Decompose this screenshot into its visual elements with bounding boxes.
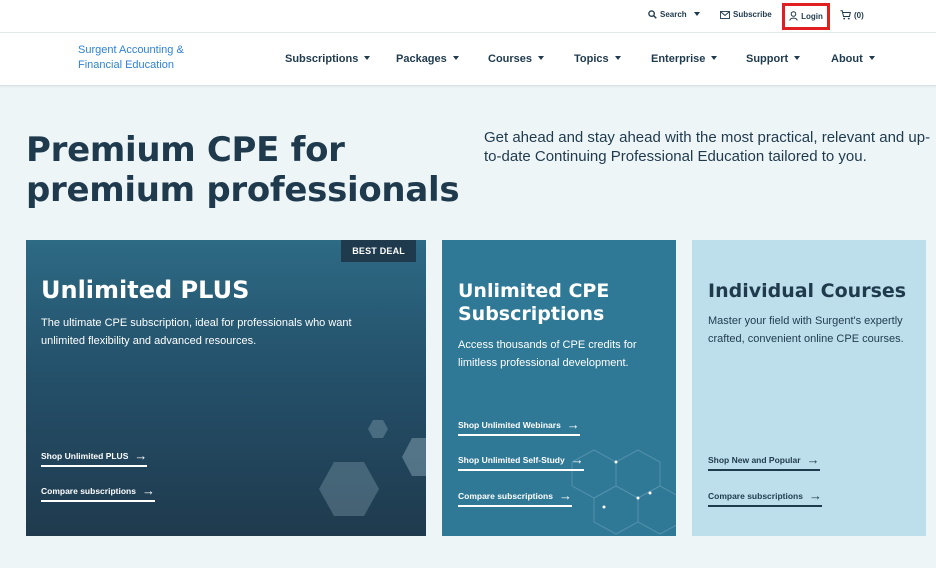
nav-item-topics[interactable]: Topics — [574, 53, 621, 65]
card-individual-courses: Individual Courses Master your field wit… — [692, 240, 926, 536]
chevron-down-icon — [868, 56, 875, 61]
nav-item-label: Subscriptions — [285, 53, 359, 65]
card-description: Access thousands of CPE credits for limi… — [458, 339, 637, 369]
compare-subscriptions-link[interactable]: Compare subscriptions → — [458, 488, 572, 507]
arrow-right-icon: → — [570, 452, 584, 467]
chevron-down-icon — [614, 56, 621, 61]
arrow-right-icon: → — [141, 483, 155, 498]
hero-title-line-1: Premium CPE for — [26, 130, 345, 170]
utility-bar: Search Subscribe Login (0) — [0, 0, 936, 32]
nav-item-subscriptions[interactable]: Subscriptions — [285, 53, 371, 65]
link-label: Compare subscriptions — [708, 491, 803, 501]
brand-line-2: Financial Education — [78, 59, 175, 71]
chevron-down-icon — [794, 56, 801, 61]
chevron-down-icon — [364, 56, 371, 61]
card-title: Unlimited PLUS — [41, 276, 250, 304]
user-icon — [789, 10, 798, 23]
nav-item-courses[interactable]: Courses — [488, 53, 545, 65]
card-description: Master your field with Surgent's expertl… — [708, 315, 904, 345]
shop-unlimited-self-study-link[interactable]: Shop Unlimited Self-Study → — [458, 452, 584, 471]
nav-item-label: Courses — [488, 53, 533, 65]
link-label: Shop Unlimited Self-Study — [458, 455, 565, 465]
nav-item-label: Enterprise — [651, 53, 706, 65]
brand-logo[interactable]: Surgent Accounting & Financial Education — [78, 43, 184, 73]
brand-line-1: Surgent Accounting & — [78, 44, 184, 56]
arrow-right-icon: → — [566, 417, 580, 432]
hero-title-line-2: premium professionals — [26, 170, 460, 210]
nav-item-packages[interactable]: Packages — [396, 53, 459, 65]
compare-subscriptions-link[interactable]: Compare subscriptions → — [41, 483, 155, 502]
cart-icon — [840, 10, 851, 20]
subscribe-label: Subscribe — [733, 10, 772, 19]
chevron-down-icon — [711, 56, 718, 61]
link-label: Shop New and Popular — [708, 455, 801, 465]
nav-item-enterprise[interactable]: Enterprise — [651, 53, 718, 65]
arrow-right-icon: → — [558, 488, 572, 503]
subscribe-button[interactable]: Subscribe — [720, 10, 772, 19]
card-title: Unlimited CPE Subscriptions — [458, 280, 610, 325]
compare-subscriptions-link[interactable]: Compare subscriptions → — [708, 488, 822, 507]
hero-title: Premium CPE for premium professionals — [26, 130, 460, 210]
arrow-right-icon: → — [134, 448, 148, 463]
link-label: Compare subscriptions — [41, 486, 136, 496]
shop-unlimited-webinars-link[interactable]: Shop Unlimited Webinars → — [458, 417, 580, 436]
card-description: The ultimate CPE subscription, ideal for… — [41, 317, 352, 347]
nav-item-label: Topics — [574, 53, 609, 65]
nav-item-label: Support — [746, 53, 789, 65]
arrow-right-icon: → — [806, 452, 820, 467]
nav-item-label: About — [831, 53, 863, 65]
search-icon — [648, 10, 657, 19]
card-title: Individual Courses — [708, 280, 907, 302]
main-navigation: Surgent Accounting & Financial Education… — [0, 32, 936, 86]
nav-item-about[interactable]: About — [831, 53, 875, 65]
nav-item-label: Packages — [396, 53, 447, 65]
cart-count: (0) — [854, 10, 864, 20]
link-label: Shop Unlimited Webinars — [458, 420, 561, 430]
nav-item-support[interactable]: Support — [746, 53, 801, 65]
card-unlimited-cpe-subscriptions: Unlimited CPE Subscriptions Access thous… — [442, 240, 676, 536]
search-button[interactable]: Search — [648, 10, 700, 19]
chevron-down-icon — [538, 56, 545, 61]
chevron-down-icon — [693, 11, 700, 16]
login-label: Login — [801, 12, 823, 21]
search-label: Search — [660, 10, 687, 19]
hero-subtitle: Get ahead and stay ahead with the most p… — [484, 129, 931, 165]
best-deal-badge: BEST DEAL — [341, 240, 416, 262]
chevron-down-icon — [452, 56, 459, 61]
login-button[interactable]: Login — [782, 3, 830, 30]
envelope-icon — [720, 10, 730, 19]
shop-new-and-popular-link[interactable]: Shop New and Popular → — [708, 452, 820, 471]
link-label: Shop Unlimited PLUS — [41, 451, 129, 461]
cart-button[interactable]: (0) — [840, 10, 864, 20]
arrow-right-icon: → — [808, 488, 822, 503]
link-label: Compare subscriptions — [458, 491, 553, 501]
card-unlimited-plus: BEST DEAL Unlimited PLUS The ultimate CP… — [26, 240, 426, 536]
shop-unlimited-plus-link[interactable]: Shop Unlimited PLUS → — [41, 448, 148, 467]
